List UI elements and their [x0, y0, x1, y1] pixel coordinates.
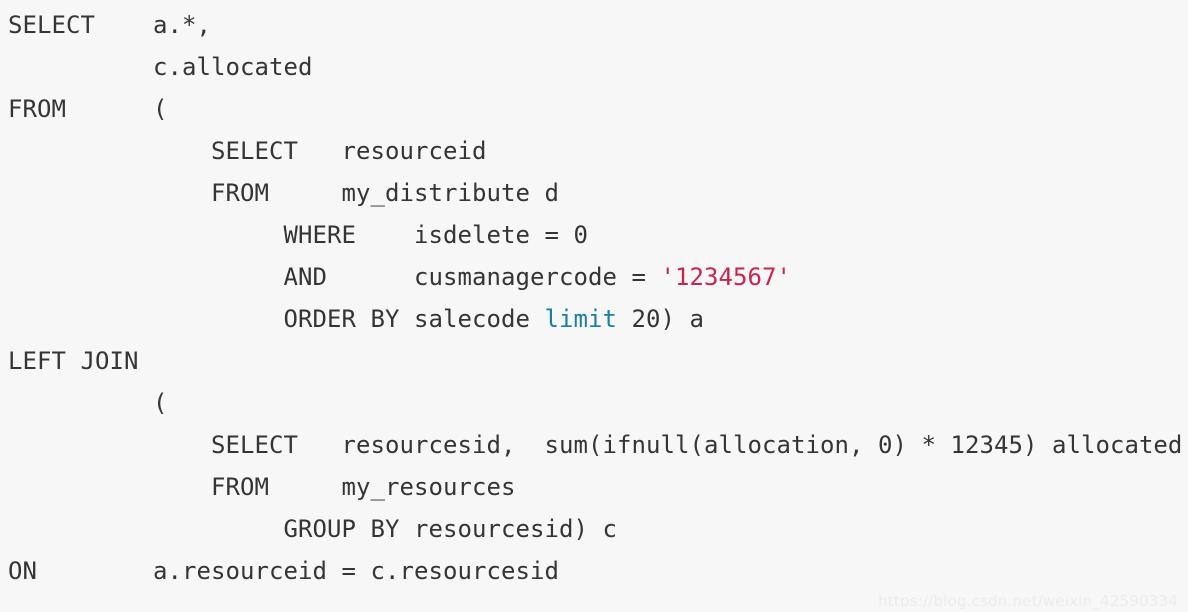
code-token-plain: (	[8, 389, 168, 417]
code-line: FROM my_distribute d	[8, 172, 1188, 214]
code-line: SELECT resourcesid, sum(ifnull(allocatio…	[8, 424, 1188, 466]
code-line: ORDER BY salecode limit 20) a	[8, 298, 1188, 340]
code-token-plain: AND cusmanagercode =	[8, 263, 661, 291]
code-token-keyword: limit	[544, 305, 617, 333]
code-line: FROM my_resources	[8, 466, 1188, 508]
code-token-plain: c.allocated	[8, 53, 313, 81]
code-token-plain: SELECT resourcesid, sum(ifnull(allocatio…	[8, 431, 1183, 459]
code-token-plain: SELECT resourceid	[8, 137, 487, 165]
code-line: (	[8, 382, 1188, 424]
code-lines-container: SELECT a.*, c.allocated FROM ( SELECT res…	[8, 4, 1188, 592]
code-token-plain: LEFT JOIN	[8, 347, 139, 375]
code-token-plain: GROUP BY resourcesid) c	[8, 515, 617, 543]
code-line: SELECT a.*,	[8, 4, 1188, 46]
code-line: SELECT resourceid	[8, 130, 1188, 172]
code-token-plain: ORDER BY salecode	[8, 305, 545, 333]
sql-code-block[interactable]: SELECT a.*, c.allocated FROM ( SELECT res…	[0, 0, 1188, 612]
code-line: AND cusmanagercode = '1234567'	[8, 256, 1188, 298]
code-token-plain: WHERE isdelete = 0	[8, 221, 588, 249]
code-line: LEFT JOIN	[8, 340, 1188, 382]
code-line: FROM (	[8, 88, 1188, 130]
code-token-plain: FROM my_resources	[8, 473, 516, 501]
watermark-text: https://blog.csdn.net/weixin_42590334	[878, 592, 1178, 610]
code-line: c.allocated	[8, 46, 1188, 88]
code-line: GROUP BY resourcesid) c	[8, 508, 1188, 550]
code-line: ON a.resourceid = c.resourcesid	[8, 550, 1188, 592]
code-token-plain: 20) a	[616, 305, 704, 333]
code-token-plain: ON a.resourceid = c.resourcesid	[8, 557, 559, 585]
code-token-plain: FROM (	[8, 95, 168, 123]
code-line: WHERE isdelete = 0	[8, 214, 1188, 256]
code-token-plain: SELECT a.*,	[8, 11, 211, 39]
code-token-plain: FROM my_distribute d	[8, 179, 559, 207]
code-token-string: '1234567'	[660, 263, 791, 291]
